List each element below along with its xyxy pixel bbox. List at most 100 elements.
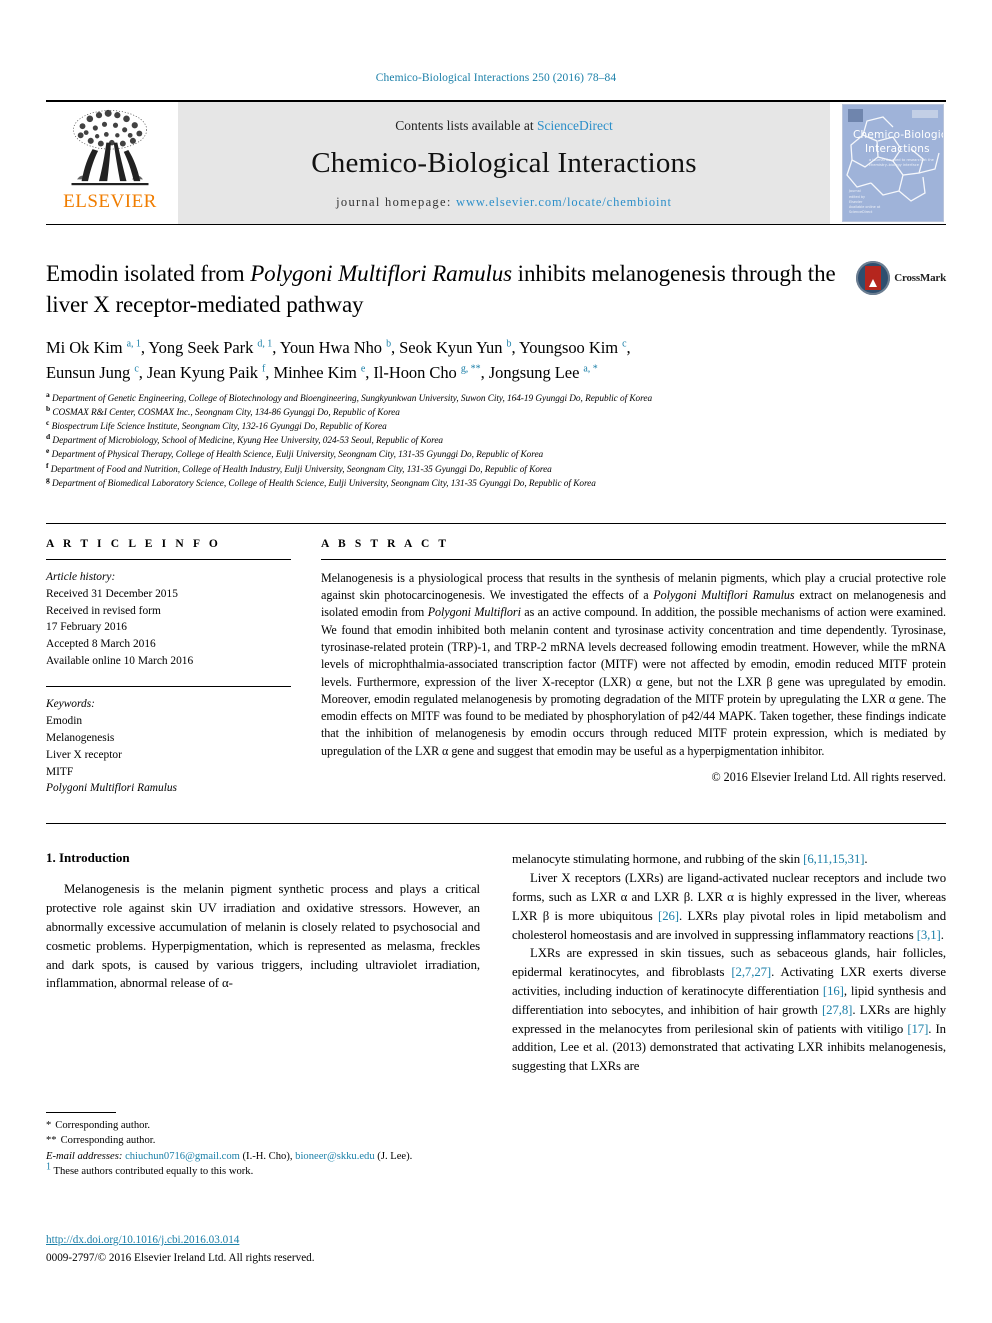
affiliation-text: Biospectrum Life Science Institute, Seon… xyxy=(51,422,387,433)
article-page: Chemico-Biological Interactions 250 (201… xyxy=(0,0,992,1323)
contents-prefix: Contents lists available at xyxy=(395,118,537,133)
article-history: Article history: Received 31 December 20… xyxy=(46,569,291,670)
affiliation-item: f Department of Food and Nutrition, Coll… xyxy=(46,460,946,477)
body-paragraph: Liver X receptors (LXRs) are ligand-acti… xyxy=(512,869,946,944)
homepage-url-link[interactable]: www.elsevier.com/locate/chembioint xyxy=(456,195,672,209)
cover-corner-mark xyxy=(848,109,863,122)
affiliation-mark: g xyxy=(46,474,50,484)
abstract-italic-1: Polygoni Multiflori Ramulus xyxy=(653,588,795,603)
author-list: Mi Ok Kim a, 1, Yong Seek Park d, 1, You… xyxy=(46,336,946,385)
cover-footer-text: Journal edited by Elsevier Available online… xyxy=(849,189,881,214)
keyword-item: Liver X receptor xyxy=(46,748,122,761)
journal-band: Contents lists available at ScienceDirec… xyxy=(178,102,830,224)
citation-ref[interactable]: [3,1] xyxy=(917,928,941,942)
abstract-text: Melanogenesis is a physiological process… xyxy=(321,570,946,760)
body-column-left: 1. Introduction Melanogenesis is the mel… xyxy=(46,850,480,1076)
affiliation-item: c Biospectrum Life Science Institute, Se… xyxy=(46,418,946,434)
history-item: Received in revised form xyxy=(46,604,161,617)
cover-title-line2: Interactions xyxy=(865,143,930,155)
email-link-1[interactable]: chiuchun0716@gmail.com xyxy=(125,1151,240,1162)
email-label: E-mail addresses: xyxy=(46,1150,123,1162)
body-top-rule xyxy=(46,823,946,825)
body-paragraph: melanocyte stimulating hormone, and rubb… xyxy=(512,850,946,869)
keyword-item: Emodin xyxy=(46,714,83,727)
affiliation-text: COSMAX R&I Center, COSMAX Inc., Seongnam… xyxy=(52,408,400,419)
elsevier-wordmark: ELSEVIER xyxy=(63,191,157,212)
masthead-bottom-rule xyxy=(46,224,946,225)
keyword-item: MITF xyxy=(46,765,74,778)
email-owner-1: (I.-H. Cho), xyxy=(239,1150,296,1162)
history-item: Received 31 December 2015 xyxy=(46,587,178,600)
title-area: Emodin isolated from Polygoni Multiflori… xyxy=(46,259,946,320)
footnote-text: Corresponding author. xyxy=(55,1120,151,1131)
footnote-mark: ** xyxy=(46,1135,57,1147)
title-column: Emodin isolated from Polygoni Multiflori… xyxy=(46,259,848,320)
affiliation-mark: b xyxy=(46,404,51,413)
keywords-rule xyxy=(46,686,291,688)
keyword-item: Melanogenesis xyxy=(46,731,115,744)
affiliation-item: e Department of Physical Therapy, Colleg… xyxy=(46,446,946,462)
affiliation-item: b COSMAX R&I Center, COSMAX Inc., Seongn… xyxy=(46,404,946,420)
author-line-1: Mi Ok Kim a, 1, Yong Seek Park d, 1, You… xyxy=(46,338,631,358)
contents-line: Contents lists available at ScienceDirec… xyxy=(395,118,612,134)
citation-ref[interactable]: [26] xyxy=(658,909,679,923)
affiliation-text: Department of Physical Therapy, College … xyxy=(51,450,544,461)
cover-issue-mark xyxy=(912,110,938,118)
doi-block: http://dx.doi.org/10.1016/j.cbi.2016.03.… xyxy=(46,1233,506,1266)
history-item: Accepted 8 March 2016 xyxy=(46,638,156,651)
footnote-text: Corresponding author. xyxy=(60,1135,156,1147)
footnote-corresponding-2: ** Corresponding author. xyxy=(46,1133,476,1148)
citation-ref[interactable]: [6,11,15,31] xyxy=(803,852,864,866)
elsevier-logo: ELSEVIER xyxy=(46,102,174,224)
affiliation-text: Department of Food and Nutrition, Colleg… xyxy=(50,464,552,475)
article-info-column: A R T I C L E I N F O Article history: R… xyxy=(46,538,291,798)
footnote-mark: 1 xyxy=(46,1161,51,1173)
crossmark-badge[interactable]: CrossMark xyxy=(856,261,946,295)
crossmark-icon xyxy=(856,261,891,295)
email-link-2[interactable]: bioneer@skku.edu xyxy=(295,1151,374,1162)
section-heading-introduction: 1. Introduction xyxy=(46,850,130,866)
abstract-italic-2: Polygoni Multiflori xyxy=(427,605,521,620)
footnote-text: These authors contributed equally to thi… xyxy=(53,1165,254,1177)
doi-link[interactable]: http://dx.doi.org/10.1016/j.cbi.2016.03.… xyxy=(46,1233,506,1249)
affiliation-mark: d xyxy=(46,432,51,442)
cover-title-line1: Chemico-Biological xyxy=(853,129,943,141)
paragraph-text: . xyxy=(940,927,944,942)
crossmark-label: CrossMark xyxy=(894,272,946,284)
journal-homepage-line: journal homepage: www.elsevier.com/locat… xyxy=(336,195,672,210)
abstract-copyright: © 2016 Elsevier Ireland Ltd. All rights … xyxy=(711,769,946,784)
body-paragraph: LXRs are expressed in skin tissues, such… xyxy=(512,944,946,1076)
citation-ref[interactable]: [16] xyxy=(823,984,844,998)
affiliation-list: a Department of Genetic Engineering, Col… xyxy=(46,389,946,491)
footnote-rule xyxy=(46,1112,116,1113)
affiliation-mark: a xyxy=(46,389,50,399)
affiliation-item: a Department of Genetic Engineering, Col… xyxy=(46,389,946,406)
footnote-corresponding-1: * Corresponding author. xyxy=(46,1118,476,1133)
sciencedirect-link[interactable]: ScienceDirect xyxy=(537,118,613,133)
body-column-right: melanocyte stimulating hormone, and rubb… xyxy=(512,850,946,1076)
journal-cover-thumbnail: Chemico-Biological Interactions a journa… xyxy=(840,102,946,224)
citation-ref[interactable]: [2,7,27] xyxy=(731,965,771,979)
journal-title: Chemico-Biological Interactions xyxy=(311,147,697,179)
abstract-seg-3: as an active compound. In addition, the … xyxy=(321,605,946,758)
affiliation-mark: f xyxy=(46,460,49,470)
footnotes-block: * Corresponding author. ** Corresponding a… xyxy=(46,1112,476,1179)
running-head: Chemico-Biological Interactions 250 (201… xyxy=(375,72,617,84)
citation-ref[interactable]: [27,8] xyxy=(822,1003,852,1017)
info-abstract-section: A R T I C L E I N F O Article history: R… xyxy=(46,522,946,798)
body-paragraph: Melanogenesis is the melanin pigment syn… xyxy=(46,882,480,991)
elsevier-tree-icon xyxy=(71,109,149,186)
affiliation-item: d Department of Microbiology, School of … xyxy=(46,432,946,448)
article-history-heading: Article history: xyxy=(46,570,116,583)
keywords-heading: Keywords: xyxy=(46,698,95,711)
affiliation-text: Department of Microbiology, School of Me… xyxy=(52,436,443,447)
author-line-2: Eunsun Jung c, Jean Kyung Paik f, Minhee… xyxy=(46,362,598,382)
affiliation-mark: e xyxy=(46,446,50,456)
citation-ref[interactable]: [17] xyxy=(907,1022,928,1036)
affiliation-mark: c xyxy=(46,418,50,428)
paragraph-text-end: . xyxy=(864,852,868,867)
affiliation-text: Department of Biomedical Laboratory Scie… xyxy=(51,478,596,489)
paragraph-text: melanocyte stimulating hormone, and rubb… xyxy=(512,852,804,867)
page-title: Emodin isolated from Polygoni Multiflori… xyxy=(46,259,848,320)
issn-copyright: 0009-2797/© 2016 Elsevier Ireland Ltd. A… xyxy=(46,1251,315,1264)
